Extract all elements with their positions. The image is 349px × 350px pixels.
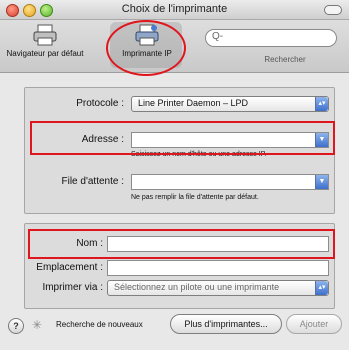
protocol-value: Line Printer Daemon – LPD — [138, 98, 249, 108]
protocol-popup[interactable]: Line Printer Daemon – LPD ▴▾ — [131, 96, 329, 112]
print-via-popup[interactable]: Sélectionnez un pilote ou une imprimante… — [107, 280, 329, 296]
search-field[interactable]: Q- — [205, 29, 337, 47]
queue-combobox[interactable]: ▼ — [131, 174, 329, 190]
chevron-updown-icon: ▴▾ — [315, 97, 328, 111]
queue-label: File d'attente : — [61, 176, 125, 187]
search-icon: Q- — [212, 31, 224, 42]
queue-hint: Ne pas remplir la file d'attente par déf… — [131, 194, 259, 201]
add-button[interactable]: Ajouter — [286, 314, 342, 334]
print-via-label: Imprimer via : — [42, 282, 103, 293]
location-label: Emplacement : — [36, 262, 103, 273]
search-label: Rechercher — [264, 55, 306, 64]
help-button[interactable]: ? — [8, 318, 24, 334]
chevron-updown-icon: ▴▾ — [315, 281, 328, 295]
default-browser-button[interactable]: Navigateur par défaut — [2, 23, 88, 58]
print-via-value: Sélectionnez un pilote ou une imprimante — [114, 282, 280, 292]
default-browser-label: Navigateur par défaut — [6, 49, 84, 58]
printer-icon — [33, 24, 57, 46]
window-title: Choix de l'imprimante — [121, 3, 228, 15]
protocol-label: Protocole : — [76, 98, 124, 109]
more-printers-button[interactable]: Plus d'imprimantes... — [170, 314, 282, 334]
title-bar: Choix de l'imprimante — [0, 0, 349, 20]
address-highlight-box — [30, 121, 335, 155]
printer-browser-window: Choix de l'imprimante Navigateur par déf… — [0, 0, 349, 350]
ip-printer-highlight-circle — [106, 20, 186, 76]
toolbar-toggle-button[interactable] — [324, 5, 342, 15]
name-highlight-box — [28, 229, 335, 259]
location-field[interactable] — [107, 260, 329, 276]
chevron-down-icon[interactable]: ▼ — [315, 175, 328, 189]
spinner-icon: ✳ — [32, 318, 43, 332]
search-new-label: Recherche de nouveaux — [56, 320, 143, 329]
